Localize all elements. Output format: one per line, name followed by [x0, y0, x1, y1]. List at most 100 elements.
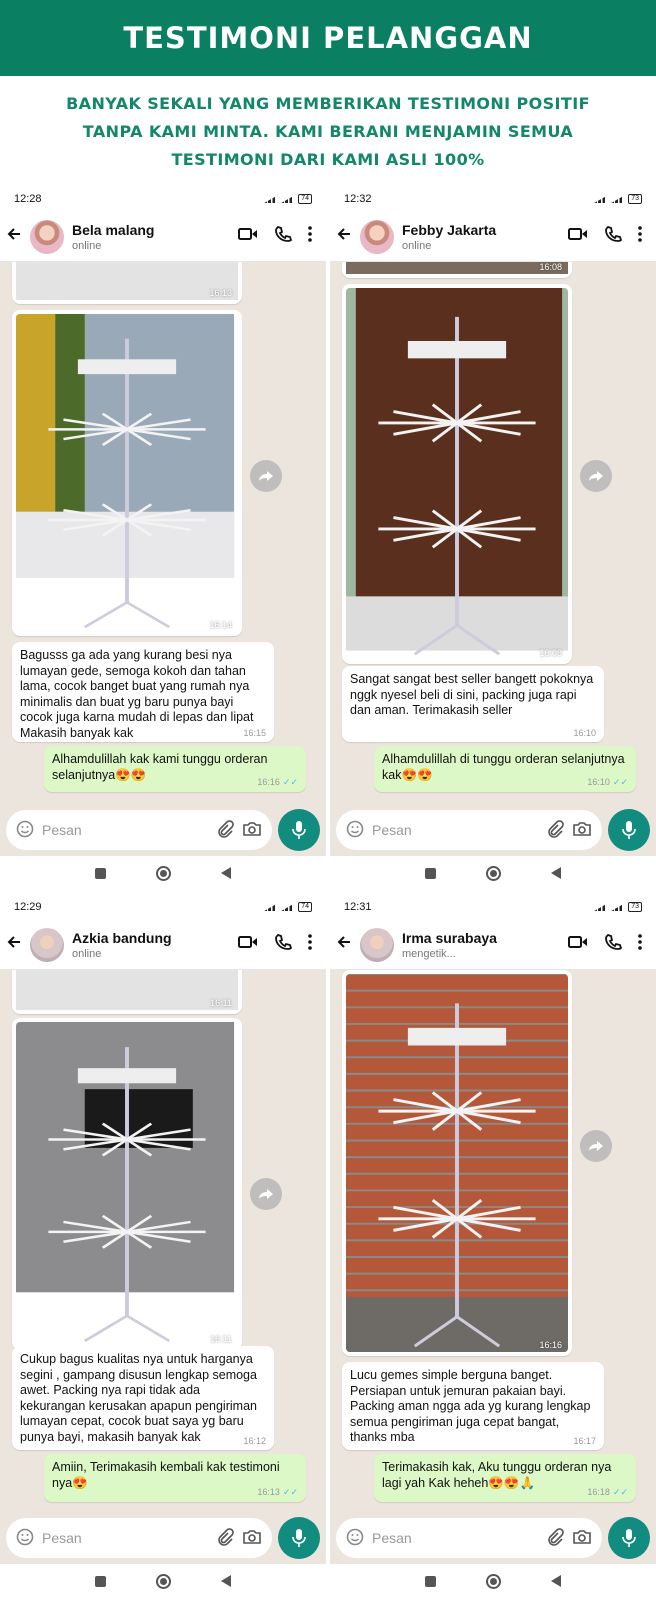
nav-recents-icon[interactable] [425, 1575, 436, 1587]
battery-icon: 73 [628, 194, 642, 204]
video-call-icon[interactable] [238, 935, 258, 954]
message-input[interactable]: Pesan [6, 1518, 272, 1558]
avatar[interactable] [30, 219, 64, 254]
chat-area[interactable]: 16:13 16:14 Bagusss ga ada yang kurang b… [0, 262, 326, 804]
attachment-icon[interactable] [546, 819, 564, 841]
previous-photo-message[interactable]: 16:08 [342, 262, 572, 278]
nav-home-icon[interactable] [156, 1573, 171, 1589]
avatar[interactable] [360, 927, 394, 962]
message-time-read: 16:16 ✓✓ [257, 777, 298, 788]
previous-photo-message[interactable]: 16:11 [12, 970, 242, 1014]
chat-area[interactable]: 16:16 Lucu gemes simple berguna banget. … [330, 970, 656, 1512]
video-call-icon[interactable] [568, 227, 588, 246]
forward-icon[interactable] [250, 1178, 282, 1210]
nav-back-icon[interactable] [551, 1575, 561, 1587]
nav-recents-icon[interactable] [95, 867, 106, 879]
attachment-icon[interactable] [216, 1527, 234, 1549]
microphone-icon[interactable] [608, 1517, 650, 1559]
nav-back-icon[interactable] [221, 867, 231, 879]
message-time: 16:12 [243, 1436, 266, 1446]
emoji-icon[interactable] [346, 1528, 364, 1549]
product-photo [16, 262, 238, 300]
back-arrow-icon[interactable] [6, 933, 26, 956]
attachment-icon[interactable] [546, 1527, 564, 1549]
forward-icon[interactable] [250, 460, 282, 492]
microphone-icon[interactable] [278, 809, 320, 851]
phone-icon[interactable] [274, 225, 293, 248]
previous-photo-message[interactable]: 16:13 [12, 262, 242, 304]
input-placeholder: Pesan [372, 1530, 412, 1546]
message-time: 16:13 [209, 288, 232, 298]
read-ticks-icon: ✓✓ [282, 777, 298, 787]
chat-area[interactable]: 16:11 16:11 Cukup bagus kualitas nya unt… [0, 970, 326, 1512]
avatar[interactable] [360, 219, 394, 254]
emoji-icon[interactable] [16, 1528, 34, 1549]
forward-icon[interactable] [580, 1130, 612, 1162]
photo-message[interactable]: 16:11 [12, 1018, 242, 1350]
camera-icon[interactable] [242, 1529, 262, 1548]
chat-area[interactable]: 16:08 16:08 Sangat sangat best seller ba… [330, 262, 656, 804]
incoming-message[interactable]: Cukup bagus kualitas nya untuk harganya … [12, 1346, 274, 1450]
contact-info[interactable]: Irma surabaya mengetik... [402, 930, 568, 960]
more-options-icon[interactable] [308, 226, 312, 247]
message-time: 16:18 [587, 1487, 610, 1497]
more-options-icon[interactable] [638, 934, 642, 955]
incoming-message[interactable]: Sangat sangat best seller bangett pokokn… [342, 666, 604, 742]
attachment-icon[interactable] [216, 819, 234, 841]
photo-message[interactable]: 16:16 [342, 970, 572, 1356]
more-options-icon[interactable] [638, 226, 642, 247]
message-input-bar: Pesan [330, 804, 656, 856]
more-options-icon[interactable] [308, 934, 312, 955]
avatar[interactable] [30, 927, 64, 962]
message-input[interactable]: Pesan [6, 810, 272, 850]
phone-icon[interactable] [274, 933, 293, 956]
incoming-message[interactable]: Lucu gemes simple berguna banget. Persia… [342, 1362, 604, 1450]
outgoing-message[interactable]: Amiin, Terimakasih kembali kak testimoni… [44, 1454, 306, 1502]
chat-app-bar: Febby Jakarta online [330, 212, 656, 262]
message-input[interactable]: Pesan [336, 810, 602, 850]
status-time: 12:32 [344, 193, 372, 205]
message-input[interactable]: Pesan [336, 1518, 602, 1558]
camera-icon[interactable] [572, 1529, 592, 1548]
nav-home-icon[interactable] [486, 865, 501, 881]
system-nav-bar [330, 856, 656, 890]
back-arrow-icon[interactable] [336, 225, 356, 248]
photo-message[interactable]: 16:14 [12, 310, 242, 636]
nav-recents-icon[interactable] [95, 1575, 106, 1587]
video-call-icon[interactable] [568, 935, 588, 954]
camera-icon[interactable] [572, 821, 592, 840]
contact-info[interactable]: Azkia bandung online [72, 930, 238, 960]
status-time: 12:28 [14, 193, 42, 205]
screenshot-grid: 12:28 74 Bela malang online 16:13 16:14 … [0, 186, 656, 1600]
product-photo [16, 970, 238, 1010]
nav-home-icon[interactable] [486, 1573, 501, 1589]
photo-message[interactable]: 16:08 [342, 284, 572, 664]
emoji-icon[interactable] [346, 820, 364, 841]
nav-recents-icon[interactable] [425, 867, 436, 879]
contact-status: online [72, 239, 102, 252]
intro-text: BANYAK SEKALI YANG MEMBERIKAN TESTIMONI … [0, 76, 656, 186]
microphone-icon[interactable] [608, 809, 650, 851]
outgoing-message[interactable]: Alhamdulillah kak kami tunggu orderan se… [44, 746, 306, 792]
incoming-message[interactable]: Bagusss ga ada yang kurang besi nya luma… [12, 642, 274, 742]
phone-icon[interactable] [604, 225, 623, 248]
outgoing-message[interactable]: Terimakasih kak, Aku tunggu orderan nya … [374, 1454, 636, 1502]
emoji-icon[interactable] [16, 820, 34, 841]
nav-home-icon[interactable] [156, 865, 171, 881]
message-time: 16:15 [243, 728, 266, 738]
signal-icon [594, 195, 609, 203]
back-arrow-icon[interactable] [336, 933, 356, 956]
video-call-icon[interactable] [238, 227, 258, 246]
phone-icon[interactable] [604, 933, 623, 956]
back-arrow-icon[interactable] [6, 225, 26, 248]
message-text: Cukup bagus kualitas nya untuk harganya … [20, 1352, 257, 1444]
signal-icon [264, 195, 279, 203]
outgoing-message[interactable]: Alhamdulillah di tunggu orderan selanjut… [374, 746, 636, 792]
nav-back-icon[interactable] [551, 867, 561, 879]
forward-icon[interactable] [580, 460, 612, 492]
contact-info[interactable]: Bela malang online [72, 222, 238, 252]
nav-back-icon[interactable] [221, 1575, 231, 1587]
contact-info[interactable]: Febby Jakarta online [402, 222, 568, 252]
camera-icon[interactable] [242, 821, 262, 840]
microphone-icon[interactable] [278, 1517, 320, 1559]
